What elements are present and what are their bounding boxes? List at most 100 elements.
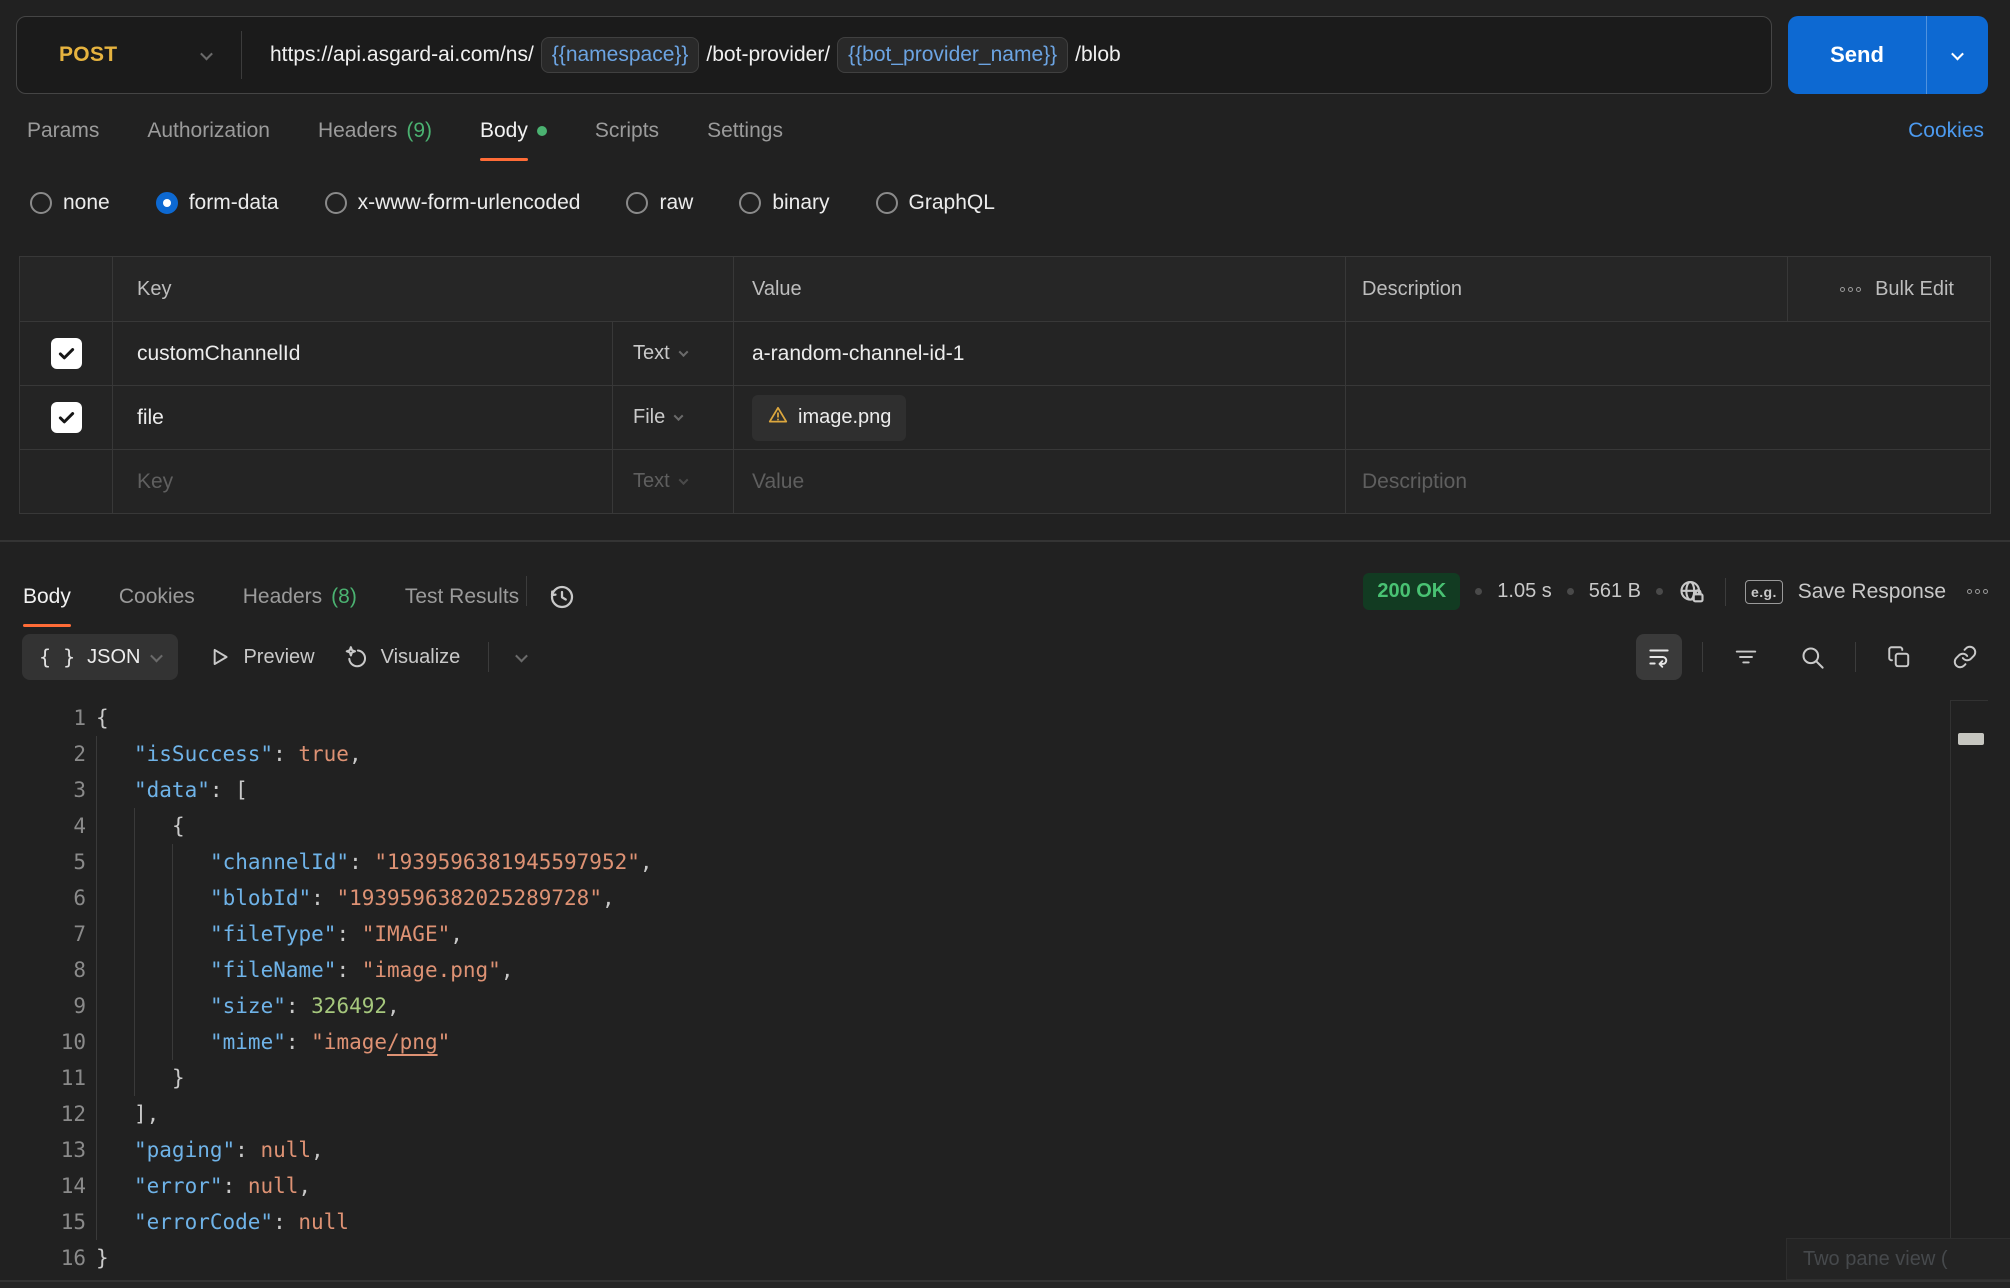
- body-mode-graphql[interactable]: GraphQL: [876, 191, 995, 215]
- code-line: 11}: [0, 1060, 2010, 1096]
- key-cell[interactable]: Key: [112, 450, 612, 513]
- type-select[interactable]: Text: [612, 322, 733, 385]
- description-cell[interactable]: [1345, 386, 1990, 449]
- chevron-down-icon[interactable]: [515, 649, 528, 662]
- divider: [1725, 578, 1726, 606]
- format-select[interactable]: { } JSON: [22, 634, 178, 680]
- tab-count-badge: (8): [331, 585, 357, 609]
- response-body-editor[interactable]: 1{2"isSuccess": true,3"data": [4{5"chann…: [0, 688, 2010, 1276]
- table-header: Key Value Description Bulk Edit: [20, 257, 1990, 321]
- send-options-button[interactable]: [1926, 16, 1988, 94]
- body-mode-none[interactable]: none: [30, 191, 110, 215]
- row-checkbox[interactable]: [51, 402, 82, 433]
- token: "errorCode": [134, 1204, 273, 1240]
- token: "image: [311, 1024, 387, 1060]
- type-select[interactable]: Text: [612, 450, 733, 513]
- code-text: {: [86, 700, 109, 736]
- body-mode-x-www-form-urlencoded[interactable]: x-www-form-urlencoded: [325, 191, 581, 215]
- tab-params[interactable]: Params: [26, 103, 100, 160]
- response-size: 561 B: [1589, 580, 1641, 603]
- editor-scrollbar[interactable]: [1950, 700, 1988, 1278]
- response-tab-headers[interactable]: Headers(8): [242, 569, 358, 626]
- key-cell[interactable]: customChannelId: [112, 322, 612, 385]
- visualize-label: Visualize: [381, 646, 461, 669]
- tab-scripts[interactable]: Scripts: [594, 103, 660, 160]
- send-button[interactable]: Send: [1788, 16, 1926, 94]
- body-mode-raw[interactable]: raw: [626, 191, 693, 215]
- tab-authorization[interactable]: Authorization: [146, 103, 271, 160]
- play-icon: [206, 644, 232, 670]
- code-text: "blobId": "1939596382025289728",: [86, 880, 615, 916]
- token: ,: [311, 1132, 324, 1168]
- code-line: 8"fileName": "image.png",: [0, 952, 2010, 988]
- code-line: 1{: [0, 700, 2010, 736]
- tab-label: Settings: [707, 119, 783, 143]
- response-tab-cookies[interactable]: Cookies: [118, 569, 196, 626]
- filter-icon: [1733, 644, 1759, 670]
- line-number: 5: [0, 844, 86, 880]
- network-globe-lock-icon[interactable]: [1678, 578, 1706, 606]
- token: "1939596381945597952": [374, 844, 640, 880]
- code-line: 14"error": null,: [0, 1168, 2010, 1204]
- type-label: File: [633, 406, 665, 429]
- value-cell[interactable]: a-random-channel-id-1: [733, 322, 1345, 385]
- response-tab-test-results[interactable]: Test Results: [404, 569, 520, 626]
- radio-label: binary: [772, 191, 829, 215]
- description-cell[interactable]: Description: [1345, 450, 1990, 513]
- value-cell[interactable]: image.png: [733, 386, 1345, 449]
- line-number: 2: [0, 736, 86, 772]
- url-segment: https://api.asgard-ai.com/ns/: [270, 43, 534, 67]
- body-mode-binary[interactable]: binary: [739, 191, 829, 215]
- indent-guide: [96, 952, 134, 988]
- row-checkbox[interactable]: [51, 338, 82, 369]
- scrollbar-thumb[interactable]: [1958, 733, 1984, 745]
- more-options-button[interactable]: [1967, 589, 1988, 594]
- description-cell[interactable]: [1345, 322, 1990, 385]
- wrap-text-icon: [1646, 644, 1672, 670]
- copy-button[interactable]: [1876, 634, 1922, 680]
- response-header: BodyCookiesHeaders(8)Test Results 200 OK…: [0, 542, 2010, 626]
- code-text: }: [86, 1060, 185, 1096]
- body-mode-form-data[interactable]: form-data: [156, 191, 279, 215]
- type-select[interactable]: File: [612, 386, 733, 449]
- search-icon: [1799, 644, 1826, 671]
- code-line: 2"isSuccess": true,: [0, 736, 2010, 772]
- indent-guide: [134, 880, 172, 916]
- link-button[interactable]: [1942, 634, 1988, 680]
- table-row: customChannelIdTexta-random-channel-id-1: [20, 321, 1990, 385]
- wrap-lines-toggle[interactable]: [1636, 634, 1682, 680]
- method-label: POST: [59, 43, 117, 67]
- indent-guide: [96, 808, 134, 844]
- visualize-button[interactable]: Visualize: [343, 644, 461, 671]
- code-line: 13"paging": null,: [0, 1132, 2010, 1168]
- value-cell[interactable]: Value: [733, 450, 1345, 513]
- tab-body[interactable]: Body: [479, 103, 548, 160]
- search-button[interactable]: [1789, 634, 1835, 680]
- indent-guide: [172, 880, 210, 916]
- url-input[interactable]: https://api.asgard-ai.com/ns/{{namespace…: [242, 37, 1771, 73]
- response-tab-body[interactable]: Body: [22, 569, 72, 626]
- dot-separator: [1475, 588, 1482, 595]
- file-chip[interactable]: image.png: [752, 395, 906, 441]
- token: ,: [387, 988, 400, 1024]
- tab-settings[interactable]: Settings: [706, 103, 784, 160]
- key-cell[interactable]: file: [112, 386, 612, 449]
- filter-button[interactable]: [1723, 634, 1769, 680]
- indent-guide: [96, 736, 134, 772]
- history-button[interactable]: [547, 582, 577, 626]
- radio-label: form-data: [189, 191, 279, 215]
- token: "fileName": [210, 952, 336, 988]
- cookies-link[interactable]: Cookies: [1908, 103, 1984, 160]
- save-response-button[interactable]: Save Response: [1798, 580, 1946, 604]
- preview-button[interactable]: Preview: [206, 644, 314, 670]
- token: null: [248, 1168, 299, 1204]
- method-select[interactable]: POST: [17, 17, 241, 93]
- magic-sparkle-icon: [343, 644, 370, 671]
- code-line: 5"channelId": "1939596381945597952",: [0, 844, 2010, 880]
- tab-headers[interactable]: Headers(9): [317, 103, 433, 160]
- token: }: [96, 1240, 109, 1276]
- two-pane-view-tooltip: Two pane view (: [1786, 1238, 2010, 1280]
- bulk-edit-button[interactable]: Bulk Edit: [1787, 257, 1990, 321]
- indent-guide: [172, 1024, 210, 1060]
- bulk-edit-label: Bulk Edit: [1875, 278, 1954, 301]
